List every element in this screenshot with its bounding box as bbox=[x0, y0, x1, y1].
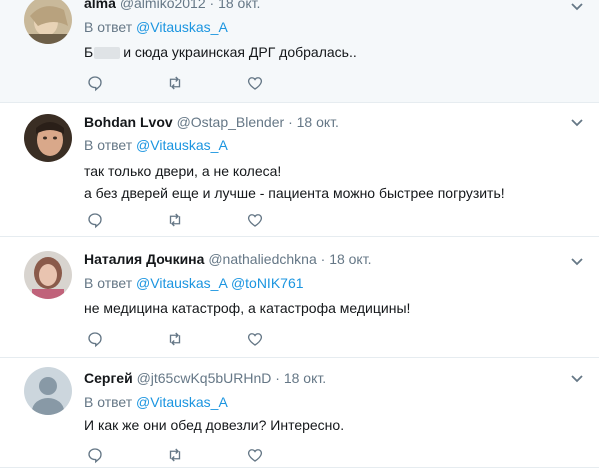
avatar-photo bbox=[24, 114, 72, 162]
reply-prefix: В ответ bbox=[84, 19, 133, 35]
chevron-down-icon[interactable] bbox=[569, 253, 585, 269]
tweet[interactable]: Сергей @jt65cwKq5bURHnD · 18 окт. В отве… bbox=[0, 358, 599, 468]
mention-link[interactable]: @Vitauskas_A bbox=[136, 137, 228, 153]
user-handle[interactable]: @jt65cwKq5bURHnD bbox=[137, 370, 272, 386]
heart-icon[interactable] bbox=[244, 72, 266, 94]
tweet[interactable]: Bohdan Lvov @Ostap_Blender · 18 окт. В о… bbox=[0, 103, 599, 237]
display-name[interactable]: Наталия Дочкина bbox=[84, 251, 204, 267]
mention-link[interactable]: @Vitauskas_A bbox=[136, 19, 228, 35]
avatar[interactable] bbox=[24, 367, 72, 415]
reply-context: В ответ @Vitauskas_A bbox=[84, 393, 228, 411]
reply-prefix: В ответ bbox=[84, 275, 133, 291]
default-avatar-icon bbox=[24, 367, 72, 415]
avatar-photo bbox=[24, 0, 72, 44]
display-name[interactable]: alma bbox=[84, 0, 116, 11]
heart-icon[interactable] bbox=[244, 328, 266, 350]
censored-blur bbox=[94, 47, 121, 60]
mention-link[interactable]: @Vitauskas_A bbox=[136, 394, 228, 410]
reply-icon[interactable] bbox=[84, 209, 106, 231]
retweet-icon[interactable] bbox=[164, 444, 186, 466]
tweet-header: Bohdan Lvov @Ostap_Blender · 18 окт. bbox=[84, 113, 339, 131]
reply-context: В ответ @Vitauskas_A bbox=[84, 136, 228, 154]
retweet-icon[interactable] bbox=[164, 328, 186, 350]
tweet-date[interactable]: 18 окт. bbox=[218, 0, 260, 11]
user-handle[interactable]: @nathaliedchkna bbox=[208, 251, 316, 267]
tweet[interactable]: Наталия Дочкина @nathaliedchkna · 18 окт… bbox=[0, 237, 599, 358]
separator-dot: · bbox=[275, 370, 280, 386]
separator-dot: · bbox=[320, 251, 326, 267]
mention-link[interactable]: @Vitauskas_A bbox=[136, 275, 227, 291]
chevron-down-icon[interactable] bbox=[569, 370, 585, 386]
mention-link[interactable]: @toNIK761 bbox=[231, 275, 304, 291]
tweet-text: не медицина катастроф, а катастрофа меди… bbox=[84, 297, 410, 319]
tweet-text-line: так только двери, а не колеса! bbox=[84, 163, 282, 179]
reply-context: В ответ @Vitauskas_A @toNIK761 bbox=[84, 274, 304, 292]
tweet-text: И как же они обед довезли? Интересно. bbox=[84, 414, 344, 436]
retweet-icon[interactable] bbox=[164, 209, 186, 231]
tweet-text-line: а без дверей еще и лучше - пациента можн… bbox=[84, 185, 505, 201]
chevron-down-icon[interactable] bbox=[569, 0, 585, 14]
reply-icon[interactable] bbox=[84, 444, 106, 466]
tweet-date[interactable]: 18 окт. bbox=[297, 114, 339, 130]
user-handle[interactable]: @Ostap_Blender bbox=[177, 114, 285, 130]
tweet-text-rest: и сюда украинская ДРГ добралась.. bbox=[123, 44, 357, 60]
display-name[interactable]: Сергей bbox=[84, 370, 133, 386]
retweet-icon[interactable] bbox=[164, 72, 186, 94]
separator-dot: · bbox=[288, 114, 293, 130]
tweet-date[interactable]: 18 окт. bbox=[329, 251, 371, 267]
user-handle[interactable]: @almiko2012 bbox=[120, 0, 206, 11]
reply-prefix: В ответ bbox=[84, 137, 133, 153]
reply-icon[interactable] bbox=[84, 328, 106, 350]
heart-icon[interactable] bbox=[244, 209, 266, 231]
avatar[interactable] bbox=[24, 251, 72, 299]
avatar[interactable] bbox=[24, 0, 72, 44]
tweet-text-start: Б bbox=[84, 44, 94, 60]
tweet-date[interactable]: 18 окт. bbox=[284, 370, 326, 386]
avatar[interactable] bbox=[24, 114, 72, 162]
reply-prefix: В ответ bbox=[84, 394, 133, 410]
display-name[interactable]: Bohdan Lvov bbox=[84, 114, 173, 130]
reply-icon[interactable] bbox=[84, 72, 106, 94]
tweet-text: Би сюда украинская ДРГ добралась.. bbox=[84, 41, 357, 63]
tweet-text-line: не медицина катастроф, а катастрофа меди… bbox=[84, 300, 411, 316]
avatar-photo bbox=[24, 251, 72, 299]
reply-context: В ответ @Vitauskas_A bbox=[84, 18, 228, 36]
heart-icon[interactable] bbox=[244, 444, 266, 466]
tweet-header: alma @almiko2012 · 18 окт. bbox=[84, 0, 260, 12]
tweet-header: Наталия Дочкина @nathaliedchkna · 18 окт… bbox=[84, 250, 371, 268]
tweet-text: так только двери, а не колеса! а без две… bbox=[84, 160, 505, 204]
separator-dot: · bbox=[209, 0, 215, 11]
chevron-down-icon[interactable] bbox=[569, 114, 585, 130]
tweet-text-line: И как же они обед довезли? Интересно. bbox=[84, 417, 345, 433]
tweet-header: Сергей @jt65cwKq5bURHnD · 18 окт. bbox=[84, 369, 326, 387]
tweet[interactable]: alma @almiko2012 · 18 окт. В ответ @Vita… bbox=[0, 0, 599, 103]
